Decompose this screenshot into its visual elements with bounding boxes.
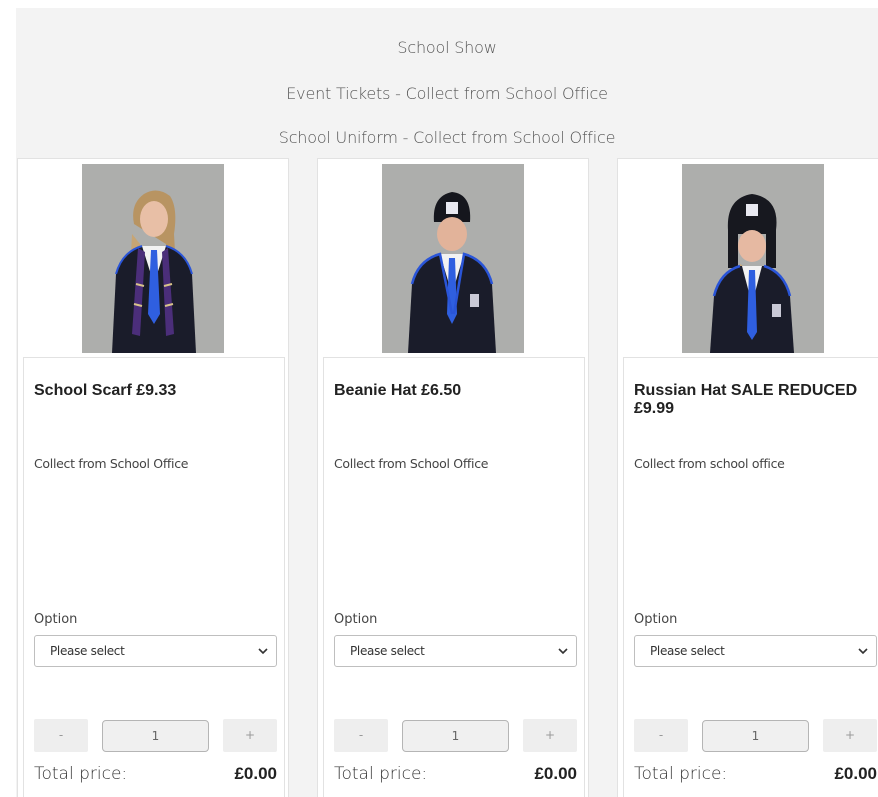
quantity-input[interactable]: 1 <box>402 720 509 752</box>
product-details: Beanie Hat £6.50 Collect from School Off… <box>323 357 585 797</box>
option-select-value: Please select <box>650 644 725 658</box>
chevron-down-icon <box>858 648 868 655</box>
quantity-input[interactable]: 1 <box>702 720 809 752</box>
option-label: Option <box>634 612 678 627</box>
category-link-event-tickets[interactable]: Event Tickets - Collect from School Offi… <box>16 84 878 103</box>
total-price-value: £0.00 <box>234 764 277 783</box>
option-select[interactable]: Please select <box>34 635 277 667</box>
total-price-value: £0.00 <box>534 764 577 783</box>
category-link-school-uniform[interactable]: School Uniform - Collect from School Off… <box>16 128 878 147</box>
chevron-down-icon <box>558 648 568 655</box>
category-panel: School Show Event Tickets - Collect from… <box>16 8 878 158</box>
option-select[interactable]: Please select <box>334 635 577 667</box>
student-photo-russian-hat <box>682 164 824 353</box>
product-details: Russian Hat SALE REDUCED £9.99 Collect f… <box>623 357 878 797</box>
product-title[interactable]: School Scarf £9.33 <box>34 382 284 400</box>
product-photo[interactable] <box>82 164 224 353</box>
quantity-input[interactable]: 1 <box>102 720 209 752</box>
option-select-value: Please select <box>50 644 125 658</box>
category-link-school-show[interactable]: School Show <box>16 38 878 57</box>
product-title[interactable]: Beanie Hat £6.50 <box>334 382 584 400</box>
quantity-decrease-button[interactable]: - <box>334 719 388 752</box>
product-details: School Scarf £9.33 Collect from School O… <box>23 357 285 797</box>
total-price-value: £0.00 <box>834 764 877 783</box>
product-card-russian-hat: Russian Hat SALE REDUCED £9.99 Collect f… <box>617 158 878 797</box>
quantity-increase-button[interactable]: + <box>223 719 277 752</box>
total-price-label: Total price: <box>34 764 128 784</box>
product-description: Collect from School Office <box>34 456 189 471</box>
product-description: Collect from school office <box>634 456 785 471</box>
quantity-increase-button[interactable]: + <box>523 719 577 752</box>
product-photo[interactable] <box>682 164 824 353</box>
quantity-decrease-button[interactable]: - <box>34 719 88 752</box>
student-photo-beanie <box>382 164 524 353</box>
option-label: Option <box>334 612 378 627</box>
product-card-school-scarf: School Scarf £9.33 Collect from School O… <box>17 158 289 797</box>
product-title[interactable]: Russian Hat SALE REDUCED £9.99 <box>634 382 878 418</box>
student-photo-scarf <box>82 164 224 353</box>
quantity-increase-button[interactable]: + <box>823 719 877 752</box>
total-price-label: Total price: <box>334 764 428 784</box>
total-price-label: Total price: <box>634 764 728 784</box>
option-label: Option <box>34 612 78 627</box>
option-select-value: Please select <box>350 644 425 658</box>
product-description: Collect from School Office <box>334 456 489 471</box>
product-photo[interactable] <box>382 164 524 353</box>
chevron-down-icon <box>258 648 268 655</box>
option-select[interactable]: Please select <box>634 635 877 667</box>
quantity-decrease-button[interactable]: - <box>634 719 688 752</box>
product-card-beanie-hat: Beanie Hat £6.50 Collect from School Off… <box>317 158 589 797</box>
